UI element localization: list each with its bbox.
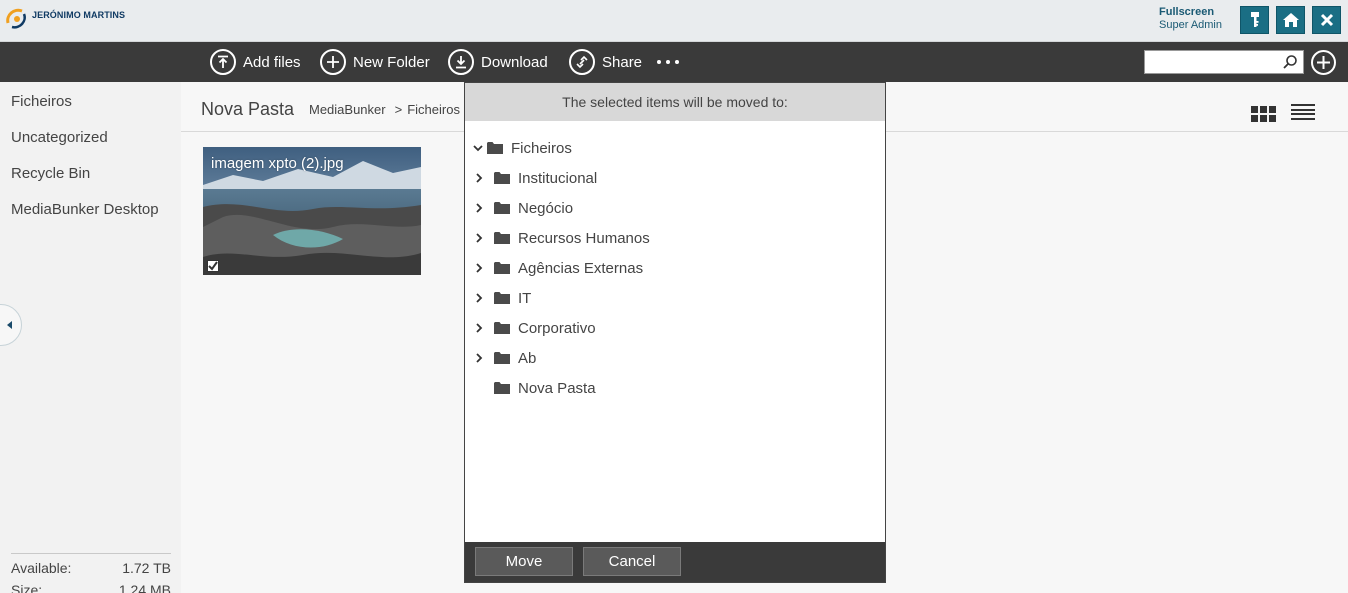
available-label: Available: — [11, 560, 72, 576]
search-icon[interactable] — [1282, 54, 1298, 70]
tree-item[interactable]: Corporativo — [473, 317, 596, 339]
file-checkbox[interactable] — [207, 260, 219, 272]
checkmark-icon — [208, 261, 218, 271]
file-name: imagem xpto (2).jpg — [211, 155, 344, 172]
cancel-button[interactable]: Cancel — [583, 547, 681, 576]
fullscreen-link[interactable]: Fullscreen — [1159, 6, 1222, 18]
dialog-title: The selected items will be moved to: — [465, 83, 885, 121]
tree-item[interactable]: IT — [473, 287, 531, 309]
folder-icon — [494, 352, 510, 364]
folder-icon — [494, 202, 510, 214]
home-button[interactable] — [1276, 6, 1305, 34]
share-label: Share — [602, 53, 643, 71]
plus-icon — [1317, 56, 1330, 69]
add-files-label: Add files — [243, 53, 301, 71]
sidebar: Ficheiros Uncategorized Recycle Bin Medi… — [0, 82, 181, 593]
list-view-icon[interactable] — [1291, 104, 1315, 120]
dialog-footer: Move Cancel — [465, 542, 885, 582]
move-button[interactable]: Move — [475, 547, 573, 576]
key-icon — [1250, 12, 1259, 27]
tree-item[interactable]: Ab — [473, 347, 536, 369]
folder-icon — [494, 382, 510, 394]
breadcrumb-separator: > — [394, 102, 403, 117]
download-label: Download — [481, 53, 548, 71]
collapse-sidebar-button[interactable] — [0, 304, 22, 346]
tree-spacer — [473, 382, 485, 394]
caret-left-icon — [7, 321, 12, 329]
add-files-button[interactable]: Add files — [210, 49, 301, 75]
plus-icon — [320, 49, 346, 75]
search-box — [1144, 50, 1304, 74]
search-input[interactable] — [1145, 51, 1275, 73]
storage-info: Available: 1.72 TB Size: 1.24 MB — [11, 553, 171, 593]
storage-size: Size: 1.24 MB — [11, 582, 171, 593]
breadcrumb: MediaBunker > Ficheiros — [309, 102, 460, 117]
link-icon — [569, 49, 595, 75]
tree-item-label: Negócio — [518, 199, 574, 217]
user-info: Fullscreen Super Admin — [1159, 6, 1222, 31]
tree-item[interactable]: Nova Pasta — [473, 377, 596, 399]
chevron-right-icon[interactable] — [473, 322, 485, 334]
more-options-icon[interactable] — [657, 60, 679, 64]
close-button[interactable] — [1312, 6, 1341, 34]
tree-item-label: Recursos Humanos — [518, 229, 650, 247]
sidebar-item-ficheiros[interactable]: Ficheiros — [11, 93, 72, 110]
breadcrumb-item-mediabunker[interactable]: MediaBunker — [309, 102, 386, 117]
download-button[interactable]: Download — [448, 49, 548, 75]
upload-icon — [210, 49, 236, 75]
available-value: 1.72 TB — [122, 560, 171, 576]
size-label: Size: — [11, 582, 43, 593]
tree-item-label: Agências Externas — [518, 259, 644, 277]
chevron-right-icon[interactable] — [473, 262, 485, 274]
breadcrumb-item-ficheiros[interactable]: Ficheiros — [407, 102, 460, 117]
sidebar-item-recycle-bin[interactable]: Recycle Bin — [11, 165, 90, 182]
move-dialog: The selected items will be moved to: Fic… — [464, 82, 886, 583]
grid-view-icon[interactable] — [1251, 106, 1277, 122]
chevron-right-icon[interactable] — [473, 352, 485, 364]
brand-logo-icon — [6, 8, 26, 29]
user-role: Super Admin — [1159, 19, 1222, 31]
chevron-right-icon[interactable] — [473, 172, 485, 184]
brand-logo: JERÓNIMO MARTINS — [4, 5, 125, 31]
page-title: Nova Pasta — [201, 99, 295, 119]
tree-item-label: Ficheiros — [511, 139, 572, 157]
sidebar-item-mediabunker-desktop[interactable]: MediaBunker Desktop — [11, 201, 159, 218]
file-thumbnail[interactable]: imagem xpto (2).jpg — [203, 147, 421, 275]
new-folder-button[interactable]: New Folder — [320, 49, 430, 75]
folder-icon — [494, 322, 510, 334]
key-button[interactable] — [1240, 6, 1269, 34]
home-icon — [1282, 13, 1299, 27]
folder-icon — [494, 262, 510, 274]
close-icon — [1320, 13, 1333, 27]
tree-item[interactable]: Negócio — [473, 197, 573, 219]
app-header: JERÓNIMO MARTINS Fullscreen Super Admin — [0, 0, 1348, 42]
share-button[interactable]: Share — [569, 49, 642, 75]
storage-available: Available: 1.72 TB — [11, 560, 171, 582]
add-circle-button[interactable] — [1311, 50, 1336, 75]
chevron-right-icon[interactable] — [473, 232, 485, 244]
chevron-right-icon[interactable] — [473, 202, 485, 214]
brand-name: JERÓNIMO MARTINS — [32, 10, 126, 20]
tree-item-label: Nova Pasta — [518, 379, 596, 397]
folder-icon — [494, 172, 510, 184]
folder-icon — [487, 142, 503, 154]
tree-item[interactable]: Agências Externas — [473, 257, 643, 279]
tree-item-label: IT — [518, 289, 532, 307]
tree-item-label: Institucional — [518, 169, 598, 187]
folder-icon — [494, 292, 510, 304]
download-icon — [448, 49, 474, 75]
tree-item[interactable]: Ficheiros — [472, 137, 572, 159]
tree-item[interactable]: Institucional — [473, 167, 597, 189]
tree-item-label: Corporativo — [518, 319, 596, 337]
new-folder-label: New Folder — [353, 53, 430, 71]
size-value: 1.24 MB — [118, 582, 171, 593]
tree-item-label: Ab — [518, 349, 537, 367]
chevron-right-icon[interactable] — [473, 292, 485, 304]
toolbar: Add files New Folder Download Share — [0, 42, 1348, 82]
sidebar-item-uncategorized[interactable]: Uncategorized — [11, 129, 108, 146]
tree-item[interactable]: Recursos Humanos — [473, 227, 650, 249]
chevron-down-icon[interactable] — [472, 142, 484, 154]
folder-icon — [494, 232, 510, 244]
